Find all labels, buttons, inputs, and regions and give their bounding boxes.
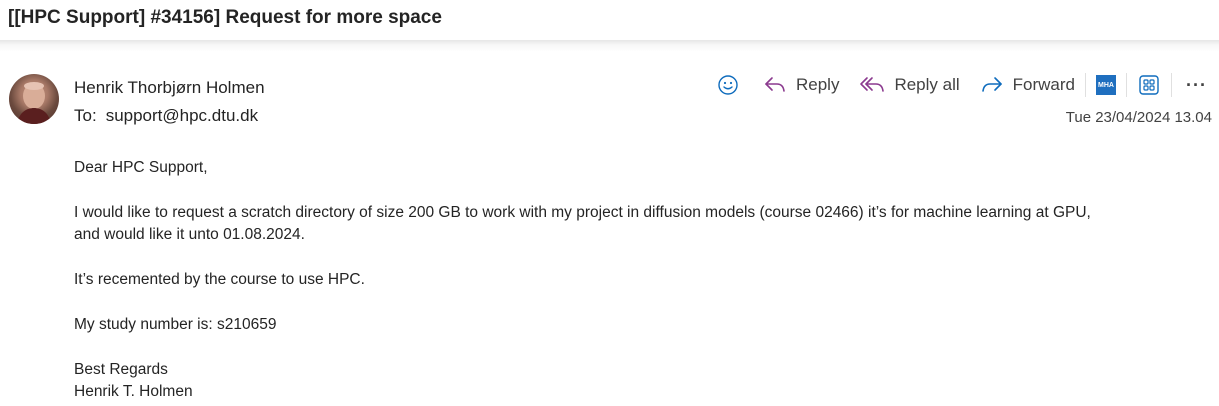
reply-all-arrow-icon	[860, 77, 885, 92]
recipient-address[interactable]: support@hpc.dtu.dk	[106, 106, 258, 125]
body-greeting: Dear HPC Support,	[74, 159, 208, 176]
message-toolbar: Reply Reply all Forward MHA ···	[709, 70, 1213, 100]
toolbar-divider	[1126, 73, 1128, 97]
reply-label: Reply	[795, 75, 840, 94]
body-paragraph-3: My study number is: s210659	[74, 316, 277, 333]
mha-addin-button[interactable]: MHA	[1088, 70, 1124, 100]
more-actions-button[interactable]: ···	[1174, 70, 1213, 100]
apps-button[interactable]	[1129, 70, 1169, 100]
apps-grid-icon	[1139, 75, 1159, 95]
toolbar-divider	[1171, 73, 1173, 97]
body-signature: Henrik T. Holmen	[74, 383, 193, 400]
more-icon: ···	[1186, 74, 1207, 95]
subject-bar: [[HPC Support] #34156] Request for more …	[0, 0, 1219, 42]
message-body: Dear HPC Support, I would like to reques…	[74, 157, 1204, 403]
recipient-line: To: support@hpc.dtu.dk	[74, 106, 258, 126]
body-paragraph-1-line-2: and would like it unto 01.08.2024.	[74, 226, 305, 243]
subject-divider	[0, 40, 1219, 52]
sender-name[interactable]: Henrik Thorbjørn Holmen	[74, 78, 265, 98]
reaction-button[interactable]	[709, 70, 747, 100]
body-paragraph-1-line-1: I would like to request a scratch direct…	[74, 204, 1091, 221]
reply-all-button[interactable]: Reply all	[851, 70, 967, 100]
body-paragraph-2: It’s recemented by the course to use HPC…	[74, 271, 365, 288]
sender-avatar[interactable]	[9, 74, 59, 124]
received-timestamp: Tue 23/04/2024 13.04	[1065, 109, 1212, 126]
smiley-icon	[718, 75, 738, 95]
to-label: To:	[74, 106, 97, 125]
reply-all-label: Reply all	[894, 75, 960, 94]
reply-button[interactable]: Reply	[755, 70, 847, 100]
forward-label: Forward	[1012, 75, 1076, 94]
body-closing: Best Regards	[74, 361, 168, 378]
email-subject: [[HPC Support] #34156] Request for more …	[8, 7, 442, 28]
reply-arrow-icon	[765, 77, 785, 92]
toolbar-divider	[1085, 73, 1087, 97]
mha-icon: MHA	[1096, 75, 1117, 95]
forward-arrow-icon	[981, 77, 1002, 92]
forward-button[interactable]: Forward	[972, 70, 1083, 100]
avatar-photo	[17, 82, 51, 124]
